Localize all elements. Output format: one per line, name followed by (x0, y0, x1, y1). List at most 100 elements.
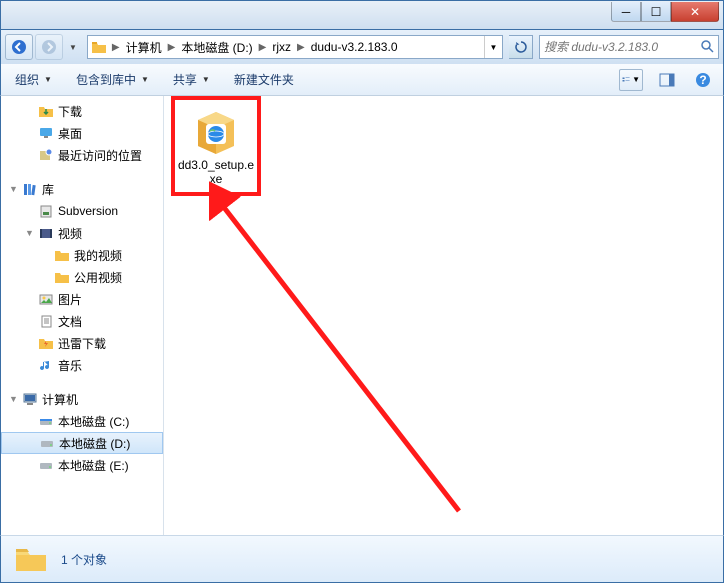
installer-icon (192, 108, 240, 156)
address-dropdown-icon[interactable]: ▼ (484, 36, 502, 58)
minimize-button[interactable]: ─ (611, 2, 641, 22)
sidebar-item-label: 本地磁盘 (D:) (56, 435, 130, 452)
nav-bar: ▼ ▶ 计算机 ▶ 本地磁盘 (D:) ▶ rjxz ▶ dudu-v3.2.1… (0, 30, 724, 64)
chevron-right-icon: ▶ (110, 42, 122, 53)
chevron-right-icon: ▶ (166, 42, 178, 53)
sidebar-item-drive-e[interactable]: 本地磁盘 (E:) (1, 454, 163, 476)
drive-icon (37, 458, 55, 472)
sidebar-item-label: 我的视频 (71, 247, 122, 264)
toolbar: 组织 ▼ 包含到库中 ▼ 共享 ▼ 新建文件夹 ▼ ? (0, 64, 724, 96)
sidebar-item-computer[interactable]: ▼ 计算机 (1, 388, 163, 410)
file-name-label: dd3.0_setup.exe (176, 158, 256, 187)
chevron-right-icon: ▶ (295, 42, 307, 53)
organize-label: 组织 (15, 71, 39, 88)
chevron-down-icon: ▼ (632, 75, 640, 84)
minimize-icon: ─ (622, 5, 631, 19)
sidebar-item-label: 迅雷下载 (55, 335, 106, 352)
sidebar-item-library[interactable]: ▼库 (1, 178, 163, 200)
sidebar-item-publicvideos[interactable]: 公用视频 (1, 266, 163, 288)
search-box[interactable] (539, 35, 719, 59)
sidebar-item-recent[interactable]: 最近访问的位置 (1, 144, 163, 166)
sidebar-item-desktop[interactable]: 桌面 (1, 122, 163, 144)
close-button[interactable]: ✕ (671, 2, 719, 22)
window-titlebar: ─ ☐ ✕ (0, 0, 724, 30)
navigation-pane[interactable]: 下载 桌面 最近访问的位置 ▼库 Subversion ▼视频 我的视频 公用视… (1, 96, 164, 535)
sidebar-item-drive-c[interactable]: 本地磁盘 (C:) (1, 410, 163, 432)
status-bar: 1 个对象 (0, 535, 724, 583)
chevron-down-icon: ▼ (202, 75, 210, 84)
sidebar-item-videos[interactable]: ▼ 视频 (1, 222, 163, 244)
computer-icon (21, 391, 39, 407)
drive-icon (38, 436, 56, 450)
thunder-icon (37, 336, 55, 350)
folder-icon (88, 40, 110, 54)
preview-pane-button[interactable] (655, 69, 679, 91)
sidebar-item-pictures[interactable]: 图片 (1, 288, 163, 310)
favorites-group: 下载 桌面 最近访问的位置 (1, 100, 163, 166)
back-button[interactable] (5, 34, 33, 60)
collapse-icon[interactable]: ▼ (9, 394, 21, 404)
sidebar-item-label: Subversion (55, 204, 118, 218)
sidebar-item-label: 文档 (55, 313, 82, 330)
collapse-icon[interactable]: ▼ (9, 184, 21, 194)
breadcrumb-computer[interactable]: 计算机 (122, 36, 166, 58)
sidebar-item-label: 图片 (55, 291, 82, 308)
sidebar-item-label: 视频 (55, 225, 82, 242)
svg-text:?: ? (699, 73, 706, 87)
video-icon (37, 226, 55, 240)
sidebar-item-label: 本地磁盘 (E:) (55, 457, 129, 474)
chevron-down-icon: ▼ (141, 75, 149, 84)
sidebar-item-drive-d[interactable]: 本地磁盘 (D:) (1, 432, 163, 454)
view-mode-button[interactable]: ▼ (619, 69, 643, 91)
nav-history-dropdown-icon[interactable]: ▼ (65, 43, 81, 52)
breadcrumb-drive-d[interactable]: 本地磁盘 (D:) (177, 36, 256, 58)
sidebar-item-subversion[interactable]: Subversion (1, 200, 163, 222)
folder-icon (53, 248, 71, 262)
file-item[interactable]: dd3.0_setup.exe (176, 108, 256, 187)
chevron-right-icon: ▶ (257, 42, 269, 53)
sidebar-item-documents[interactable]: 文档 (1, 310, 163, 332)
new-folder-label: 新建文件夹 (234, 71, 294, 88)
include-label: 包含到库中 (76, 71, 136, 88)
breadcrumb-dudu[interactable]: dudu-v3.2.183.0 (307, 36, 402, 58)
organize-menu[interactable]: 组织 ▼ (9, 68, 58, 91)
folder-icon (53, 270, 71, 284)
help-button[interactable]: ? (691, 69, 715, 91)
close-icon: ✕ (690, 5, 700, 19)
sidebar-item-label: 公用视频 (71, 269, 122, 286)
forward-button[interactable] (35, 34, 63, 60)
refresh-button[interactable] (509, 35, 533, 59)
svn-icon (37, 204, 55, 218)
collapse-icon[interactable]: ▼ (25, 228, 37, 238)
sidebar-item-downloads[interactable]: 下载 (1, 100, 163, 122)
address-bar[interactable]: ▶ 计算机 ▶ 本地磁盘 (D:) ▶ rjxz ▶ dudu-v3.2.183… (87, 35, 503, 59)
drive-icon (37, 414, 55, 428)
recent-icon (37, 148, 55, 162)
computer-group: ▼ 计算机 本地磁盘 (C:) 本地磁盘 (D:) 本地磁盘 (E:) (1, 388, 163, 476)
music-icon (37, 358, 55, 372)
include-library-menu[interactable]: 包含到库中 ▼ (70, 68, 155, 91)
search-input[interactable] (544, 40, 700, 54)
breadcrumb-rjxz[interactable]: rjxz (268, 36, 295, 58)
sidebar-item-label: 音乐 (55, 357, 82, 374)
share-label: 共享 (173, 71, 197, 88)
sidebar-item-label: 计算机 (39, 391, 78, 408)
sidebar-item-thunder[interactable]: 迅雷下载 (1, 332, 163, 354)
share-menu[interactable]: 共享 ▼ (167, 68, 216, 91)
sidebar-item-label: 库 (39, 181, 54, 198)
sidebar-item-music[interactable]: 音乐 (1, 354, 163, 376)
new-folder-button[interactable]: 新建文件夹 (228, 68, 300, 91)
sidebar-item-label: 桌面 (55, 125, 82, 142)
documents-icon (37, 314, 55, 328)
sidebar-item-label: 下载 (55, 103, 82, 120)
sidebar-item-label: 本地磁盘 (C:) (55, 413, 129, 430)
chevron-down-icon: ▼ (44, 75, 52, 84)
file-pane[interactable]: dd3.0_setup.exe (164, 96, 723, 535)
sidebar-item-myvideos[interactable]: 我的视频 (1, 244, 163, 266)
pictures-icon (37, 292, 55, 306)
maximize-button[interactable]: ☐ (641, 2, 671, 22)
annotation-arrow (209, 181, 509, 521)
maximize-icon: ☐ (651, 5, 662, 19)
download-icon (37, 104, 55, 118)
library-icon (21, 181, 39, 197)
